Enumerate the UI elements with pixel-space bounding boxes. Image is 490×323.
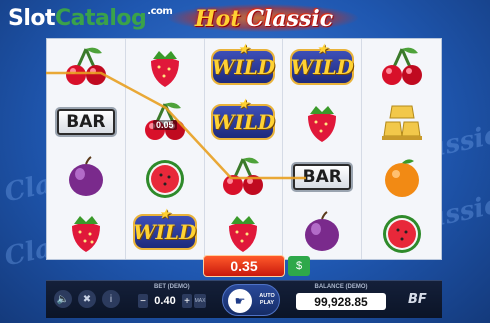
bet-increase-button[interactable]: +: [182, 294, 192, 308]
bet-value: 0.40: [154, 295, 176, 307]
info-icon: i: [109, 293, 113, 305]
wild-symbol: WILD: [283, 39, 361, 94]
wild-symbol: WILD: [205, 39, 283, 94]
watermelon-icon: [382, 214, 421, 253]
bet-decrease-button[interactable]: −: [138, 294, 148, 308]
settings-button[interactable]: ✖: [78, 290, 96, 308]
gold-bars-icon: [381, 105, 422, 140]
cherry-icon: [65, 47, 106, 85]
wild-symbol: WILD: [205, 94, 283, 149]
bar-symbol: BAR: [47, 94, 125, 149]
cherry-icon: [223, 157, 264, 195]
reel-4: WILD BAR: [283, 39, 363, 259]
reel-grid: BAR WILD WILD WILD WILD: [46, 38, 442, 260]
cherry-symbol: [205, 149, 283, 204]
strawberry-symbol: [126, 39, 204, 94]
reel-2: WILD: [126, 39, 205, 259]
balance-value: 99,928.85: [296, 293, 386, 310]
bar-label: BAR: [56, 108, 115, 135]
spin-hand-icon: ☛: [228, 289, 252, 313]
watermelon-symbol: [362, 204, 441, 259]
balance-label: BALANCE (DEMO): [314, 284, 368, 290]
strawberry-icon: [229, 215, 258, 252]
wild-label: WILD: [290, 48, 355, 85]
gold-bars-symbol: [362, 94, 441, 149]
plum-symbol: [283, 204, 361, 259]
strawberry-symbol: [283, 94, 361, 149]
title-classic: Classic: [246, 6, 334, 32]
strawberry-icon: [150, 50, 179, 87]
strawberry-icon: [308, 105, 337, 142]
plum-symbol: [47, 149, 125, 204]
game-title-logo: Hot Classic: [176, 2, 352, 36]
orange-icon: [384, 158, 419, 197]
wild-label: WILD: [211, 48, 276, 85]
sound-button[interactable]: 🔈: [54, 290, 72, 308]
reel-5: [362, 39, 441, 259]
autoplay-button[interactable]: ☛ AUTO PLAY: [222, 284, 280, 316]
bar-label: BAR: [293, 163, 352, 190]
cherry-symbol: [47, 39, 125, 94]
strawberry-symbol: [47, 204, 125, 259]
bar-symbol: BAR: [283, 149, 361, 204]
title-hot: Hot: [194, 6, 241, 32]
watermelon-symbol: [126, 149, 204, 204]
wild-label: WILD: [132, 213, 197, 250]
bet-max-button[interactable]: MAX: [194, 294, 206, 308]
control-panel: 🔈 ✖ i BET (DEMO) − 0.40 + MAX ☛ AUTO PLA…: [46, 280, 442, 318]
strawberry-icon: [71, 215, 100, 252]
autoplay-label-play: PLAY: [259, 300, 275, 306]
bet-label: BET (DEMO): [154, 284, 190, 290]
plum-icon: [305, 210, 340, 251]
plum-icon: [68, 155, 103, 196]
reel-1: BAR: [47, 39, 126, 259]
cherry-icon: [381, 47, 422, 85]
tools-icon: ✖: [82, 293, 92, 305]
speaker-icon: 🔈: [56, 293, 70, 305]
watermelon-icon: [145, 159, 184, 198]
win-amount-display: 0.35: [203, 255, 285, 277]
cash-icon: $: [288, 256, 310, 276]
line-win-amount: 0.05: [153, 120, 177, 130]
watermark-slot: Slot: [8, 6, 56, 31]
watermark-catalog: Catalog: [55, 6, 147, 31]
reel-3: WILD WILD: [205, 39, 284, 259]
wild-label: WILD: [211, 103, 276, 140]
slotcatalog-watermark: SlotCatalog.com: [8, 6, 173, 36]
autoplay-label-auto: AUTO: [259, 293, 275, 299]
wild-symbol: WILD: [126, 204, 204, 259]
strawberry-symbol: [205, 204, 283, 259]
orange-symbol: [362, 149, 441, 204]
provider-logo: BF: [408, 292, 427, 307]
info-button[interactable]: i: [102, 290, 120, 308]
cherry-symbol: [362, 39, 441, 94]
